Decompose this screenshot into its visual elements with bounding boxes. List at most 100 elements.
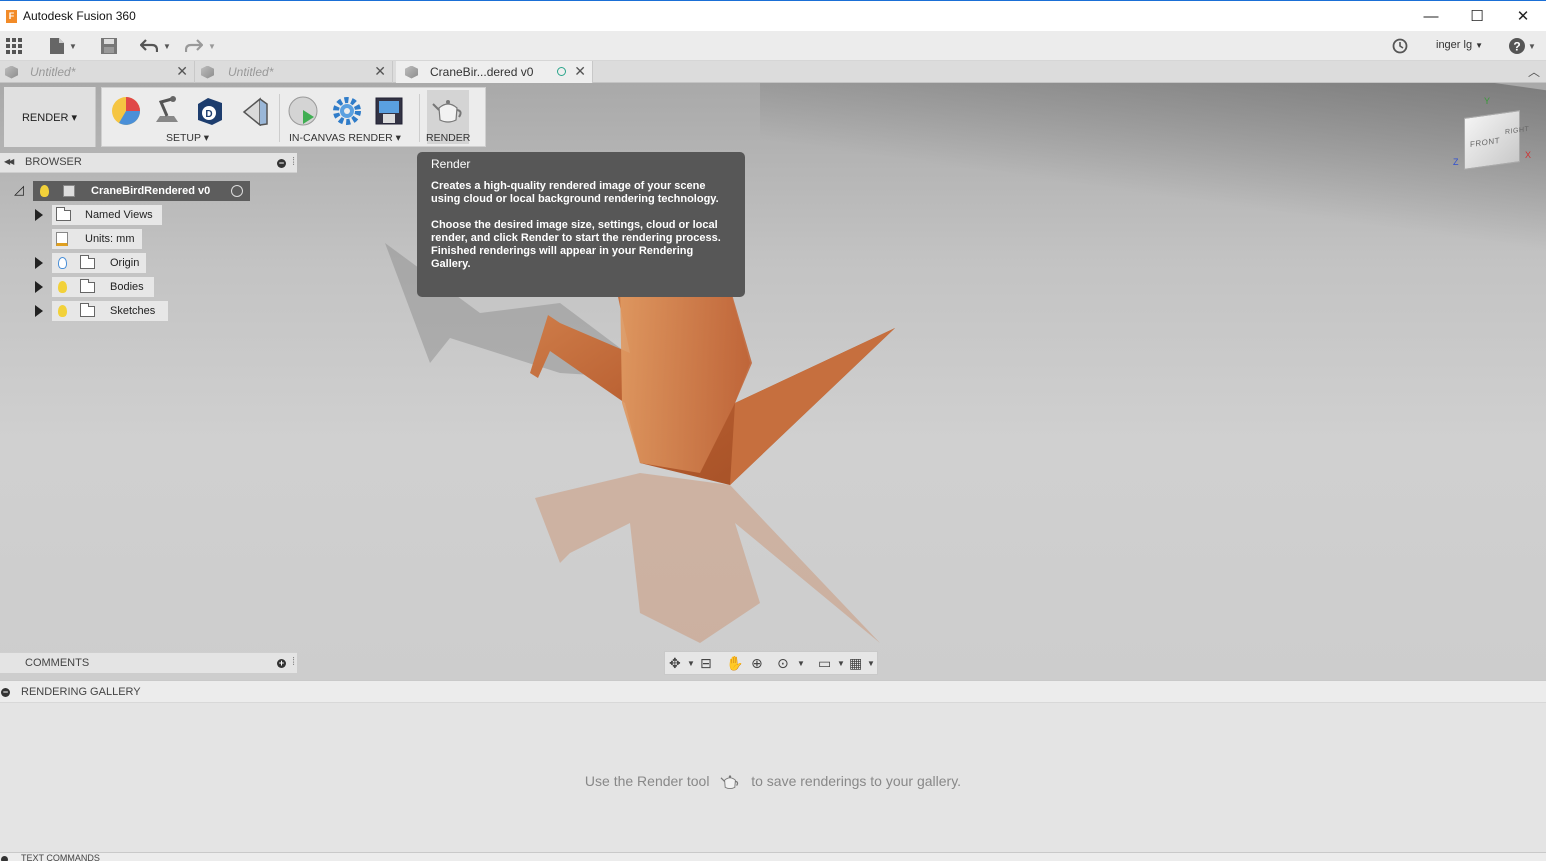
visibility-bulb-icon[interactable]: [58, 281, 67, 293]
activate-radio-icon[interactable]: [231, 185, 243, 197]
collapse-gallery-icon[interactable]: −: [1, 688, 10, 697]
tab-label: Untitled*: [228, 65, 274, 79]
view-cube-face[interactable]: FRONT RIGHT: [1464, 110, 1529, 170]
grid-settings-icon[interactable]: ▦: [849, 655, 862, 672]
workspace-switcher[interactable]: RENDER ▾: [4, 87, 96, 147]
axis-y-label: Y: [1484, 96, 1491, 106]
collapse-browser-icon[interactable]: ◀◀: [4, 157, 14, 166]
orbit-icon[interactable]: ✥: [669, 655, 681, 672]
look-at-icon[interactable]: ⊟: [700, 655, 712, 672]
svg-text:?: ?: [1513, 40, 1520, 54]
render-button[interactable]: RENDER: [426, 90, 471, 144]
setup-group-label[interactable]: SETUP ▾: [166, 132, 209, 144]
collapse-tree-icon[interactable]: ◿: [14, 182, 24, 198]
tooltip-title: Render: [431, 157, 471, 171]
document-tabs: Untitled* ✕ Untitled* ✕ CraneBir...dered…: [0, 61, 1546, 83]
redo-icon[interactable]: [185, 39, 203, 53]
in-canvas-render-group-label[interactable]: IN-CANVAS RENDER ▾: [289, 132, 401, 144]
tree-item-sketches[interactable]: Sketches: [52, 301, 168, 321]
expand-icon[interactable]: [35, 257, 43, 269]
display-dropdown-icon[interactable]: ▼: [837, 659, 845, 668]
expand-icon[interactable]: [35, 281, 43, 293]
tab-untitled-2[interactable]: Untitled* ✕: [196, 61, 393, 83]
tab-untitled-1[interactable]: Untitled* ✕: [0, 61, 195, 83]
zoom-icon[interactable]: ⊕: [751, 655, 763, 672]
file-icon[interactable]: [49, 37, 65, 55]
undo-dropdown-icon[interactable]: ▼: [163, 42, 171, 51]
history-icon[interactable]: [1392, 38, 1408, 54]
tab-close-icon[interactable]: ✕: [574, 63, 586, 80]
close-button[interactable]: ✕: [1500, 1, 1546, 31]
capture-image-icon[interactable]: [374, 96, 404, 126]
maximize-button[interactable]: ☐: [1454, 1, 1500, 31]
comments-title: COMMENTS: [25, 657, 90, 669]
tree-item-label: Bodies: [110, 281, 144, 293]
folder-icon: [80, 303, 95, 317]
expand-icon[interactable]: [35, 305, 43, 317]
render-settings-icon[interactable]: [332, 96, 362, 126]
visibility-bulb-icon[interactable]: [40, 185, 49, 197]
title-bar: F Autodesk Fusion 360 — ☐ ✕: [0, 0, 1546, 31]
tree-item-origin[interactable]: Origin: [52, 253, 146, 273]
render-group-label: RENDER: [426, 132, 471, 144]
document-icon: [63, 185, 75, 197]
user-menu[interactable]: inger lg ▼: [1436, 39, 1483, 51]
tree-item-label: Sketches: [110, 305, 156, 317]
minimize-button[interactable]: —: [1408, 1, 1454, 31]
text-commands-title: TEXT COMMANDS: [21, 853, 100, 861]
collapse-tabs-icon[interactable]: ︿: [1528, 63, 1540, 80]
tab-close-icon[interactable]: ✕: [176, 63, 188, 80]
collapse-panel-icon[interactable]: −: [277, 159, 286, 168]
fit-icon[interactable]: ⊙: [777, 655, 789, 672]
grid-dropdown-icon[interactable]: ▼: [867, 659, 875, 668]
expand-text-commands-icon[interactable]: [1, 856, 8, 861]
save-icon[interactable]: [101, 38, 117, 54]
front-face-label: FRONT: [1470, 135, 1501, 150]
saved-status-icon: [557, 67, 566, 76]
tab-close-icon[interactable]: ✕: [374, 63, 386, 80]
axis-x-label: X: [1525, 150, 1532, 160]
orbit-dropdown-icon[interactable]: ▼: [687, 659, 695, 668]
appearance-icon[interactable]: [111, 96, 141, 126]
undo-icon[interactable]: [140, 39, 158, 53]
visibility-bulb-icon[interactable]: [58, 305, 67, 317]
tree-item-bodies[interactable]: Bodies: [52, 277, 154, 297]
help-dropdown-icon[interactable]: ▼: [1528, 42, 1536, 51]
texture-map-icon[interactable]: [240, 96, 270, 126]
tab-label: CraneBir...dered v0: [430, 65, 534, 79]
teapot-icon: [720, 775, 739, 790]
file-dropdown-icon[interactable]: ▼: [69, 42, 77, 51]
scene-settings-icon[interactable]: [152, 96, 182, 126]
display-settings-icon[interactable]: ▭: [818, 655, 831, 672]
panel-grip-icon[interactable]: ⁞: [292, 656, 295, 668]
tree-item-label: Units: mm: [85, 233, 135, 245]
tree-root-document[interactable]: CraneBirdRendered v0: [33, 181, 250, 201]
fit-dropdown-icon[interactable]: ▼: [797, 659, 805, 668]
browser-header[interactable]: ◀◀ BROWSER − ⁞: [0, 153, 297, 173]
decals-icon[interactable]: D: [195, 96, 225, 126]
pan-icon[interactable]: ✋: [726, 655, 743, 672]
tree-item-named-views[interactable]: Named Views: [52, 205, 162, 225]
user-name: inger lg: [1436, 39, 1473, 51]
panel-grip-icon[interactable]: ⁞: [292, 156, 295, 168]
navigation-bar: ✥ ▼ ⊟ ✋ ⊕ ⊙ ▼ ▭ ▼ ▦ ▼: [664, 651, 878, 675]
tab-cranebird[interactable]: CraneBir...dered v0 ✕: [396, 61, 593, 83]
rendering-gallery-header[interactable]: − RENDERING GALLERY: [0, 680, 1546, 703]
visibility-bulb-icon[interactable]: [58, 257, 67, 269]
help-icon[interactable]: ?: [1509, 38, 1525, 54]
quick-access-toolbar: ▼ ▼ ▼ inger lg ▼ ? ▼: [0, 31, 1546, 61]
document-cube-icon: [201, 65, 214, 79]
folder-icon: [80, 255, 95, 269]
window-controls: — ☐ ✕: [1408, 1, 1546, 31]
svg-text:D: D: [205, 109, 212, 120]
grid-icon[interactable]: [6, 38, 24, 54]
document-cube-icon: [405, 65, 418, 79]
render-teapot-icon: [432, 100, 462, 123]
text-commands-bar[interactable]: TEXT COMMANDS: [0, 852, 1546, 861]
expand-comments-icon[interactable]: +: [277, 659, 286, 668]
redo-dropdown-icon[interactable]: ▼: [208, 42, 216, 51]
in-canvas-render-icon[interactable]: [288, 96, 318, 126]
expand-icon[interactable]: [35, 209, 43, 221]
comments-panel[interactable]: COMMENTS + ⁞: [0, 652, 297, 673]
tree-item-units[interactable]: Units: mm: [52, 229, 142, 249]
